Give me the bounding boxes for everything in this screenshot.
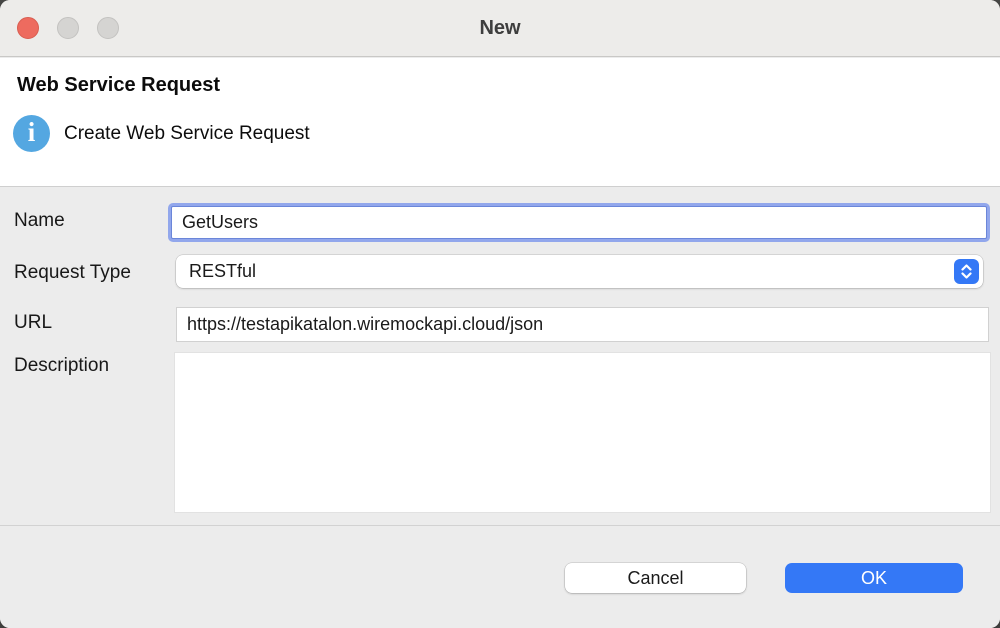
page-title: Web Service Request xyxy=(17,74,220,97)
url-input[interactable] xyxy=(176,307,989,342)
header-subtitle: Create Web Service Request xyxy=(64,123,310,145)
description-label: Description xyxy=(14,355,109,377)
select-stepper-icon xyxy=(954,259,979,284)
title-bar[interactable]: New xyxy=(0,0,1000,57)
url-label: URL xyxy=(14,312,52,334)
info-icon: i xyxy=(13,115,50,152)
info-row: i Create Web Service Request xyxy=(13,115,310,152)
description-textarea[interactable] xyxy=(174,352,991,513)
dialog-header: Web Service Request i Create Web Service… xyxy=(0,58,1000,187)
name-input[interactable] xyxy=(171,206,987,239)
new-dialog-window: New Web Service Request i Create Web Ser… xyxy=(0,0,1000,628)
cancel-button[interactable]: Cancel xyxy=(565,563,746,593)
name-field-focus-ring xyxy=(168,203,990,242)
name-label: Name xyxy=(14,210,65,232)
request-type-selected-value: RESTful xyxy=(189,261,954,282)
ok-button[interactable]: OK xyxy=(785,563,963,593)
request-type-select[interactable]: RESTful xyxy=(176,255,983,288)
form-area: Name Request Type RESTful URL Descriptio… xyxy=(0,188,1000,525)
request-type-label: Request Type xyxy=(14,262,131,284)
dialog-footer: Cancel OK xyxy=(0,525,1000,628)
window-title: New xyxy=(0,0,1000,57)
